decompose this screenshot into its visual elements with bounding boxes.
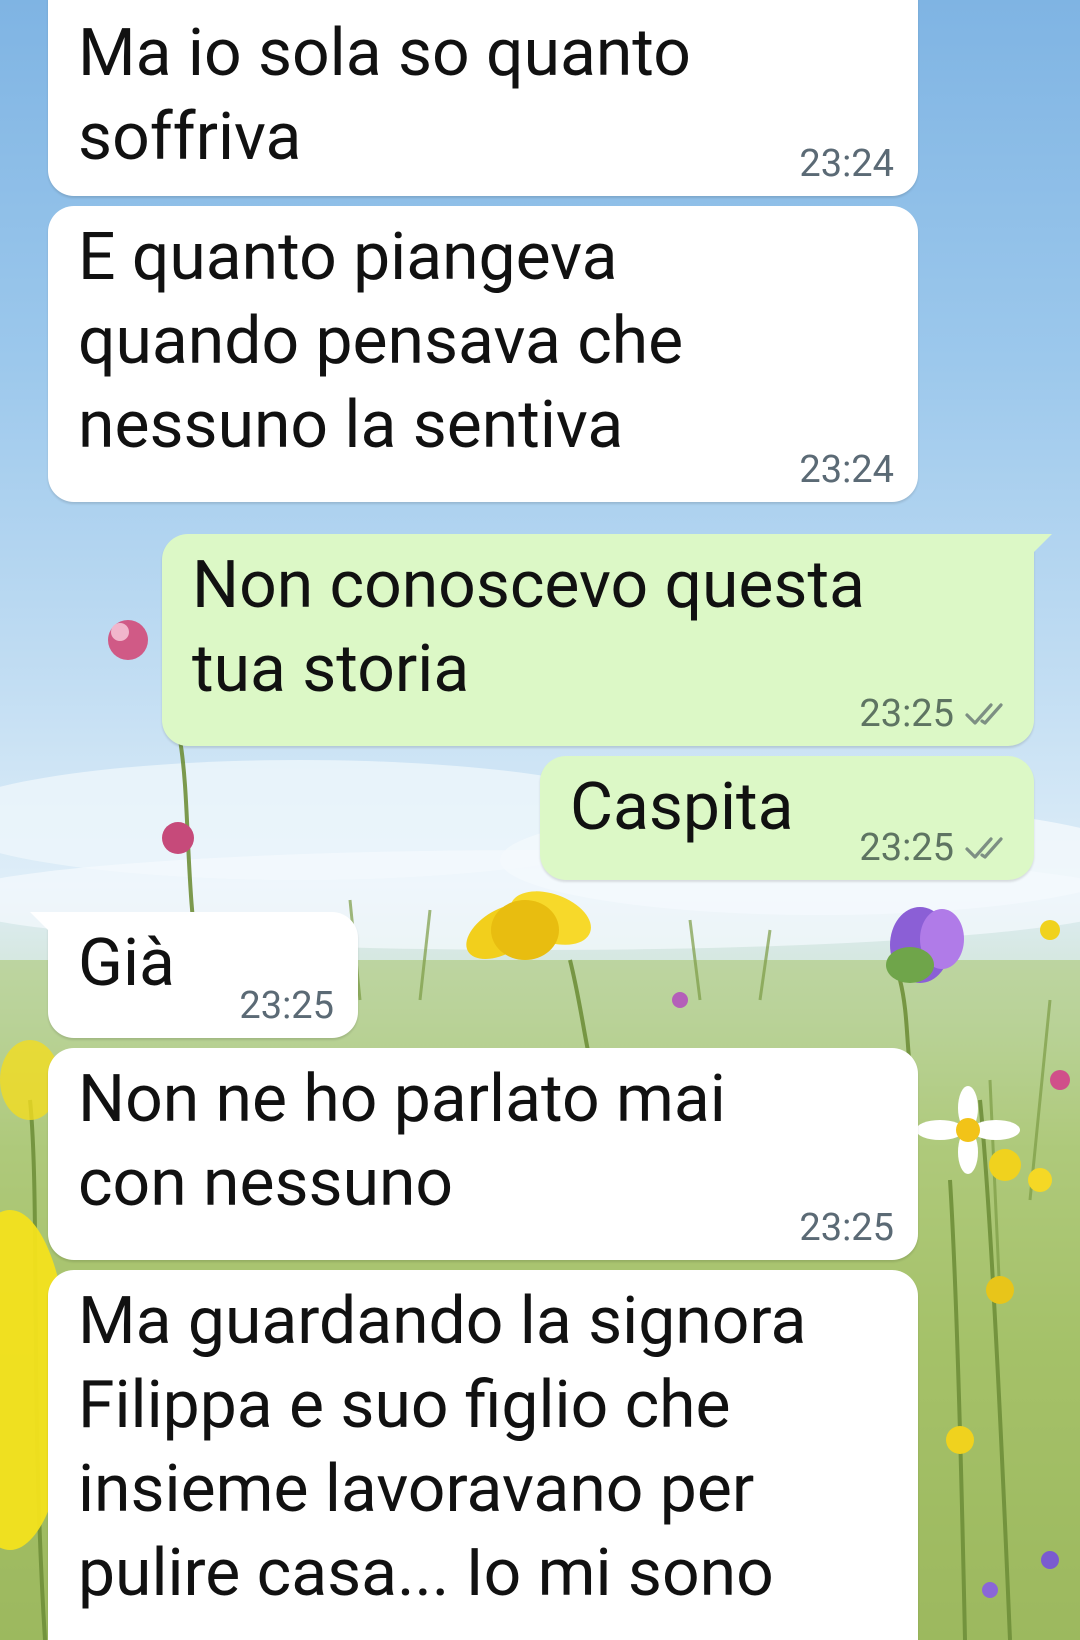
bubble-tail	[30, 912, 52, 934]
message-meta: 23:24	[799, 142, 894, 186]
incoming-message[interactable]: Non ne ho parlato mai con nessuno 23:25	[48, 1048, 918, 1260]
double-check-icon	[965, 703, 1003, 725]
incoming-message[interactable]: E quanto piangeva quando pensava che nes…	[48, 206, 918, 502]
bubble-tail	[1030, 534, 1052, 556]
chat-message-list[interactable]: Ma io sola so quanto soffriva 23:24 E qu…	[0, 0, 1080, 1640]
message-text: Ma io sola so quanto soffriva	[78, 15, 691, 176]
message-text: Ma guardando la signora Filippa e suo fi…	[78, 1283, 807, 1612]
message-text: Non conoscevo questa tua storia	[192, 547, 865, 708]
message-meta: 23:25	[799, 1206, 894, 1250]
message-time: 23:25	[859, 692, 954, 736]
double-check-icon	[965, 837, 1003, 859]
message-meta: 23:25	[859, 826, 1010, 870]
incoming-message[interactable]: Già 23:25	[30, 912, 358, 1038]
message-meta: 23:24	[799, 448, 894, 492]
incoming-message[interactable]: Ma guardando la signora Filippa e suo fi…	[48, 1270, 918, 1640]
message-time: 23:25	[859, 826, 954, 870]
message-time: 23:25	[799, 1206, 894, 1250]
outgoing-message[interactable]: Non conoscevo questa tua storia 23:25	[162, 534, 1052, 746]
incoming-message[interactable]: Ma io sola so quanto soffriva 23:24	[48, 0, 918, 196]
message-text: Non ne ho parlato mai con nessuno	[78, 1061, 726, 1222]
message-meta: 23:25	[859, 692, 1010, 736]
message-time: 23:24	[799, 448, 894, 492]
message-meta: 23:25	[239, 984, 334, 1028]
message-text: E quanto piangeva quando pensava che nes…	[78, 219, 684, 464]
message-time: 23:25	[239, 984, 334, 1028]
message-time: 23:24	[799, 142, 894, 186]
outgoing-message[interactable]: Caspita 23:25	[540, 756, 1034, 880]
